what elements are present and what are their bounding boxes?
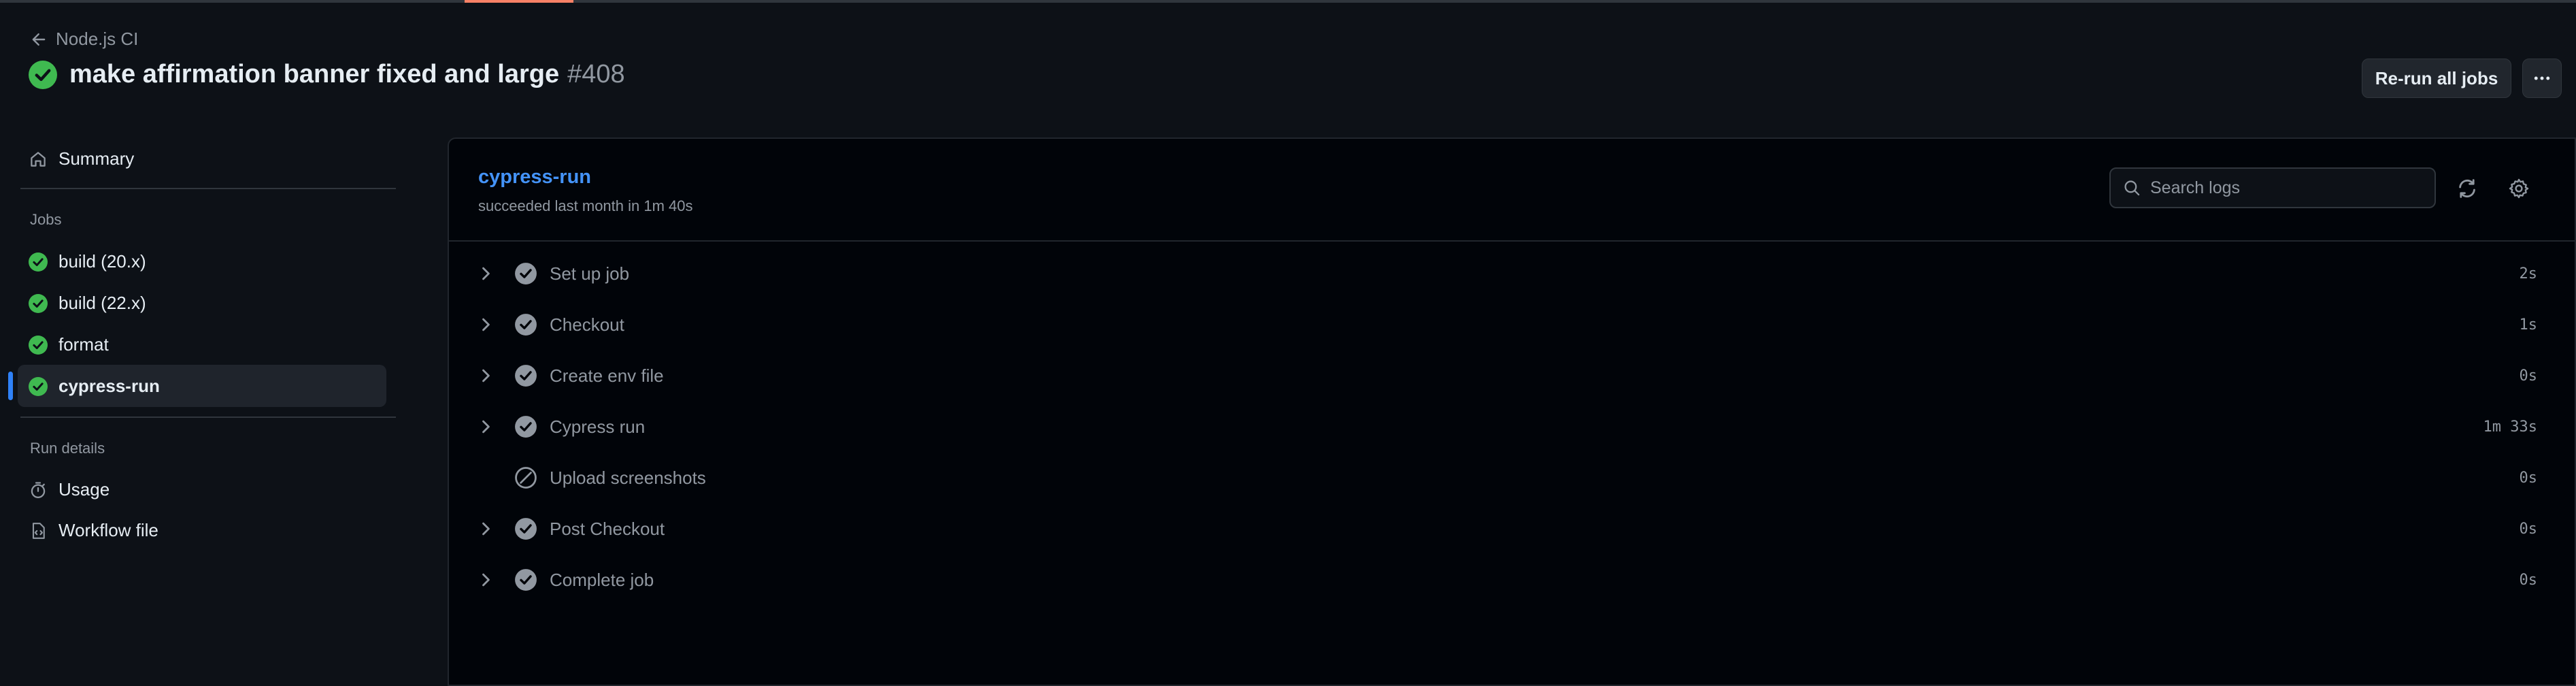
step-name: Checkout [550,314,624,335]
refresh-button[interactable] [2454,175,2481,202]
step-row[interactable]: Cypress run 1m 33s [476,408,2537,446]
sidebar-item-usage[interactable]: Usage [29,479,110,500]
success-check-icon [29,252,48,272]
step-duration: 1s [2519,316,2538,333]
step-row[interactable]: Post Checkout 0s [476,510,2537,548]
chevron-right-icon [482,318,490,331]
sync-icon [2459,179,2475,198]
more-actions-button[interactable] [2522,59,2562,98]
step-duration: 0s [2519,520,2538,538]
step-name: Complete job [550,569,654,590]
step-row[interactable]: Create env file 0s [476,357,2537,395]
skipped-icon [515,467,537,489]
sidebar-item-label: Usage [58,479,110,500]
step-duration: 2s [2519,265,2538,282]
sidebar-job-cypress-run[interactable]: cypress-run [29,376,160,397]
search-icon [2124,180,2140,196]
run-number: #408 [567,60,625,88]
arrow-left-icon [32,33,46,46]
sidebar-divider [20,188,396,189]
selected-job-indicator [8,372,13,400]
step-success-icon [515,365,537,387]
job-label: format [58,334,109,355]
run-details-heading: Run details [30,440,105,457]
sidebar-divider [20,416,396,418]
home-icon [31,151,46,167]
step-name: Post Checkout [550,518,665,539]
step-duration: 0s [2519,469,2538,487]
step-success-icon [515,416,537,438]
job-status-text: succeeded last month in 1m 40s [478,197,693,214]
run-header: make affirmation banner fixed and large … [29,60,625,89]
workflow-name: Node.js CI [56,29,139,49]
step-success-icon [515,569,537,591]
search-placeholder: Search logs [2150,178,2241,197]
step-success-icon [515,263,537,284]
step-row[interactable]: Complete job 0s [476,561,2537,599]
step-duration: 0s [2519,367,2538,385]
job-label: cypress-run [58,376,160,396]
step-name: Create env file [550,365,664,386]
run-title: make affirmation banner fixed and large [69,60,560,88]
success-check-icon [29,376,48,396]
gear-icon [2509,178,2529,199]
back-link[interactable]: Node.js CI [30,29,138,50]
chevron-right-icon [482,420,490,434]
success-check-icon [29,293,48,313]
success-check-icon [29,335,48,355]
sidebar-item-label: Workflow file [58,520,158,540]
step-name: Upload screenshots [550,467,706,488]
job-title-link[interactable]: cypress-run [478,166,591,189]
sidebar-item-label: Summary [58,148,135,169]
step-success-icon [515,518,537,540]
step-success-icon [515,314,537,336]
chevron-right-icon [482,522,490,536]
job-label: build (20.x) [58,251,146,272]
sidebar-item-summary[interactable]: Summary [29,148,134,169]
top-border [0,0,2576,3]
step-row[interactable]: Set up job 2s [476,255,2537,293]
step-name: Cypress run [550,416,646,437]
settings-button[interactable] [2505,175,2532,202]
step-row[interactable]: Checkout 1s [476,306,2537,344]
chevron-right-icon [482,267,490,280]
jobs-heading: Jobs [30,211,62,228]
chevron-placeholder [476,468,495,487]
step-duration: 0s [2519,571,2538,589]
sidebar-item-workflow-file[interactable]: Workflow file [29,520,158,541]
sidebar-job-format[interactable]: format [29,334,109,355]
step-row: Upload screenshots 0s [476,459,2537,497]
success-check-icon [29,60,57,89]
step-duration: 1m 33s [2483,418,2537,436]
job-label: build (22.x) [58,293,146,313]
file-code-icon [32,522,45,539]
search-logs-input[interactable]: Search logs [2109,167,2436,208]
rerun-all-jobs-button[interactable]: Re-run all jobs [2362,59,2511,98]
chevron-right-icon [482,369,490,382]
sidebar-job-build-22[interactable]: build (22.x) [29,293,146,314]
sidebar-job-build-20[interactable]: build (20.x) [29,251,146,272]
stopwatch-icon [31,481,46,498]
panel-divider [449,240,2576,242]
step-name: Set up job [550,263,630,284]
kebab-horizontal-icon [2534,76,2550,80]
chevron-right-icon [482,573,490,587]
loading-indicator [465,0,573,3]
